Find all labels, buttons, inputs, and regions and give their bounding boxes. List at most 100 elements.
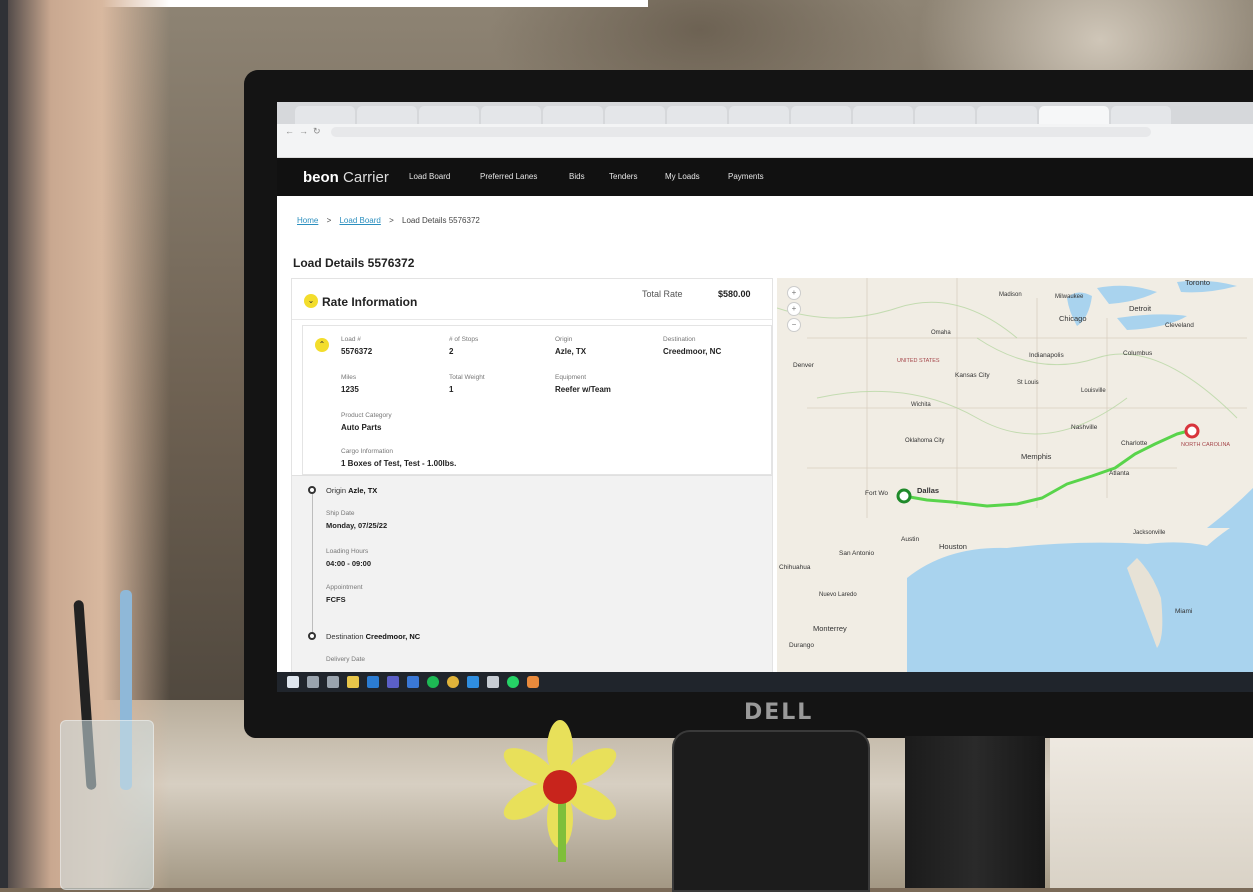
map-label-indianapolis: Indianapolis	[1029, 352, 1064, 359]
browser-tab[interactable]	[1111, 106, 1171, 124]
browser-tab-bar	[277, 102, 1253, 124]
loading-hours-value: 04:00 - 09:00	[326, 559, 372, 568]
route-map[interactable]: + + − Toronto Madison Milwaukee Detroit …	[777, 278, 1253, 672]
map-label-toronto: Toronto	[1185, 278, 1211, 287]
map-label-louisville: Louisville	[1081, 388, 1106, 394]
browser-tab[interactable]	[481, 106, 541, 124]
browser-tab[interactable]	[977, 106, 1037, 124]
map-zoom-out-icon[interactable]: −	[787, 318, 801, 332]
stops-label: # of Stops	[449, 336, 479, 343]
word-icon[interactable]	[407, 676, 419, 688]
map-label-monterrey: Monterrey	[813, 624, 847, 633]
map-label-detroit: Detroit	[1129, 304, 1152, 313]
page-title: Load Details 5576372	[293, 256, 415, 270]
chevron-up-icon[interactable]: ⌃	[315, 338, 329, 352]
map-pin-icon	[308, 632, 316, 640]
back-icon[interactable]: ←	[285, 126, 294, 136]
forward-icon[interactable]: →	[299, 126, 308, 136]
browser-tab[interactable]	[295, 106, 355, 124]
map-label-milwaukee: Milwaukee	[1055, 294, 1084, 300]
breadcrumb-load-board[interactable]: Load Board	[339, 216, 380, 225]
file-explorer-icon[interactable]	[347, 676, 359, 688]
browser-tab-active[interactable]	[1039, 106, 1109, 124]
breadcrumb-current: Load Details 5576372	[402, 216, 480, 225]
rate-information-title: Rate Information	[322, 295, 418, 309]
task-view-icon[interactable]	[327, 676, 339, 688]
nav-bids[interactable]: Bids	[569, 172, 585, 181]
windows-taskbar	[277, 672, 1253, 692]
breadcrumb-home[interactable]: Home	[297, 216, 318, 225]
rate-card-header[interactable]: ⌄ Rate Information Total Rate $580.00	[292, 279, 772, 320]
app-icon[interactable]	[487, 676, 499, 688]
miles-value: 1235	[341, 385, 359, 394]
load-number-value: 5576372	[341, 347, 373, 356]
total-weight-value: 1	[449, 385, 454, 394]
origin-value: Azle, TX	[555, 347, 587, 356]
left-edge	[0, 0, 8, 888]
monitor-brand-logo: DELL	[744, 700, 814, 725]
browser-tab[interactable]	[543, 106, 603, 124]
browser-tab[interactable]	[791, 106, 851, 124]
total-rate-value: $580.00	[718, 289, 751, 299]
address-input[interactable]	[331, 127, 1151, 137]
browser-tab[interactable]	[605, 106, 665, 124]
page-content: Home > Load Board > Load Details 5576372…	[277, 196, 1253, 674]
whatsapp-icon[interactable]	[507, 676, 519, 688]
destination-prefix: Destination	[326, 632, 364, 641]
phone	[672, 730, 870, 892]
nav-preferred-lanes[interactable]: Preferred Lanes	[480, 172, 537, 181]
app-icon[interactable]	[467, 676, 479, 688]
spotify-icon[interactable]	[427, 676, 439, 688]
browser-tab[interactable]	[357, 106, 417, 124]
nav-payments[interactable]: Payments	[728, 172, 764, 181]
map-label-atlanta: Atlanta	[1109, 470, 1130, 477]
nav-load-board[interactable]: Load Board	[409, 172, 450, 181]
app-icon[interactable]	[527, 676, 539, 688]
total-rate-label: Total Rate	[642, 289, 683, 299]
chevron-down-icon[interactable]: ⌄	[304, 294, 318, 308]
stops-value: 2	[449, 347, 454, 356]
map-label-jacksonville: Jacksonville	[1133, 530, 1166, 536]
map-label-houston: Houston	[939, 542, 967, 551]
origin-city: Azle, TX	[348, 486, 378, 495]
browser-tab[interactable]	[853, 106, 913, 124]
map-fullscreen-icon[interactable]: +	[787, 286, 801, 300]
route-timeline: Origin Azle, TX Ship Date Monday, 07/25/…	[292, 475, 772, 674]
map-label-united-states: UNITED STATES	[897, 358, 940, 364]
appointment-value: FCFS	[326, 595, 346, 604]
beon-logo[interactable]: beon Carrier	[303, 169, 389, 186]
chrome-icon[interactable]	[447, 676, 459, 688]
destination-value: Creedmoor, NC	[663, 347, 722, 356]
total-weight-label: Total Weight	[449, 374, 485, 381]
route-destination-title: Destination Creedmoor, NC	[326, 632, 420, 641]
browser-tab[interactable]	[915, 106, 975, 124]
browser-tab[interactable]	[667, 106, 727, 124]
pen-cup	[60, 720, 154, 890]
browser-tab[interactable]	[419, 106, 479, 124]
map-label-columbus: Columbus	[1123, 350, 1153, 357]
map-label-nuevo-laredo: Nuevo Laredo	[819, 592, 857, 598]
search-icon[interactable]	[307, 676, 319, 688]
map-label-wichita: Wichita	[911, 402, 931, 408]
product-category-label: Product Category	[341, 412, 392, 419]
start-icon[interactable]	[287, 676, 299, 688]
loading-hours-label: Loading Hours	[326, 548, 369, 555]
nav-tenders[interactable]: Tenders	[609, 172, 637, 181]
reload-icon[interactable]: ↻	[313, 126, 321, 137]
product-category-value: Auto Parts	[341, 423, 382, 432]
outlook-icon[interactable]	[367, 676, 379, 688]
teams-icon[interactable]	[387, 676, 399, 688]
monitor-screen: ← → ↻ beon Carrier Load Board Preferred …	[277, 102, 1253, 692]
bookmarks-bar	[277, 140, 1253, 158]
monitor-stand	[905, 736, 1045, 888]
nav-my-loads[interactable]: My Loads	[665, 172, 700, 181]
map-zoom-in-icon[interactable]: +	[787, 302, 801, 316]
map-label-cleveland: Cleveland	[1165, 322, 1194, 329]
map-label-dallas: Dallas	[917, 486, 940, 495]
map-label-memphis: Memphis	[1021, 452, 1052, 461]
equipment-label: Equipment	[555, 374, 587, 381]
logo-brand: beon	[303, 169, 339, 186]
browser-tab[interactable]	[729, 106, 789, 124]
map-label-nashville: Nashville	[1071, 424, 1098, 431]
map-label-oklahoma-city: Oklahoma City	[905, 438, 945, 444]
